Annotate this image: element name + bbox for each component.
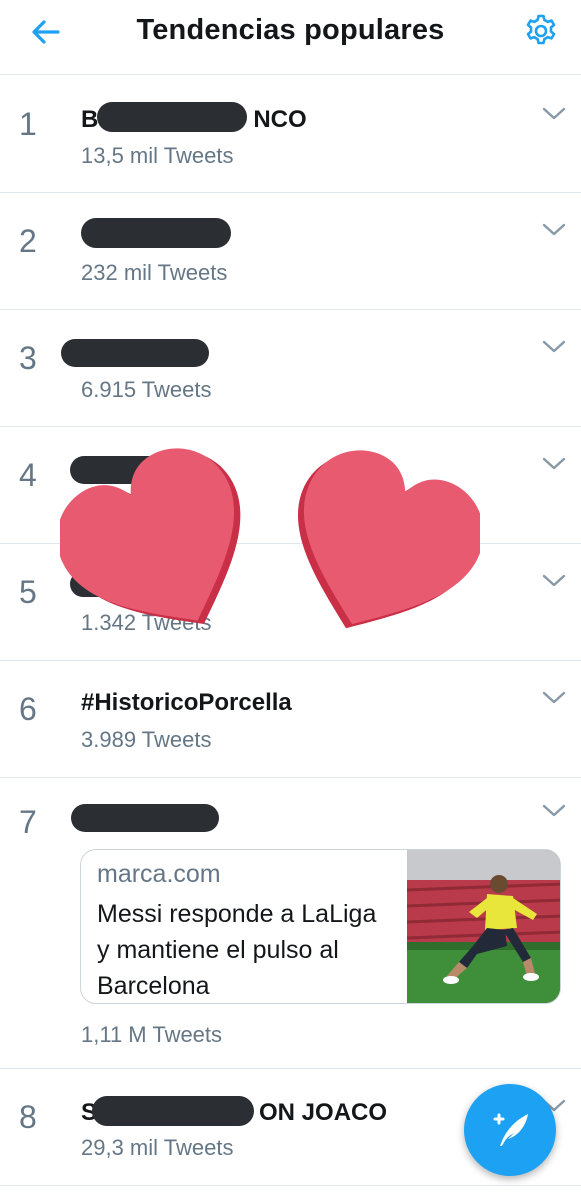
- redacted-block: [97, 102, 247, 132]
- trend-rank: 7: [19, 804, 37, 840]
- trend-rank: 2: [19, 223, 37, 259]
- trend-name: #HistoricoPorcella: [81, 689, 292, 716]
- redacted-block: [61, 339, 209, 367]
- chevron-down-icon[interactable]: [541, 689, 567, 707]
- tweet-count: 6.915 Tweets: [81, 377, 212, 402]
- trend-row-2[interactable]: 2 232 mil Tweets: [0, 193, 581, 310]
- top-bar: Tendencias populares: [0, 0, 581, 75]
- tweet-count: 29,3 mil Tweets: [81, 1135, 234, 1160]
- chevron-down-icon[interactable]: [541, 105, 567, 123]
- chevron-down-icon[interactable]: [541, 572, 567, 590]
- tweet-count: 232 mil Tweets: [81, 260, 228, 285]
- trend-row-6[interactable]: 6 #HistoricoPorcella 3.989 Tweets: [0, 661, 581, 778]
- tweet-count: 13,5 mil Tweets: [81, 143, 234, 168]
- chevron-down-icon[interactable]: [541, 455, 567, 473]
- trend-rank: 4: [19, 457, 37, 493]
- chevron-down-icon[interactable]: [541, 221, 567, 239]
- tweet-count: 1.342 Tweets: [81, 610, 212, 635]
- compose-tweet-button[interactable]: [464, 1084, 556, 1176]
- news-thumbnail-image: [407, 850, 560, 1003]
- trend-row-3[interactable]: 3 6.915 Tweets: [0, 310, 581, 427]
- trend-row-5[interactable]: 5 1.342 Tweets: [0, 544, 581, 661]
- card-domain: marca.com: [97, 860, 221, 888]
- card-headline: Messi responde a LaLiga y mantiene el pu…: [97, 900, 377, 1000]
- page-title: Tendencias populares: [136, 14, 445, 46]
- trend-rank: 6: [19, 691, 37, 727]
- redacted-block: [70, 456, 200, 484]
- redacted-block: [71, 804, 219, 832]
- trend-row-1[interactable]: 1 B NCO 13,5 mil Tweets: [0, 75, 581, 193]
- redacted-block: [92, 1096, 254, 1126]
- news-card[interactable]: marca.com Messi responde a LaLiga y mant…: [80, 849, 561, 1004]
- tweet-count: 3.989 Tweets: [81, 727, 212, 752]
- trend-name-end: ON JOACO: [259, 1099, 388, 1126]
- compose-tweet-icon: [493, 1113, 528, 1146]
- tweet-count: 1,11 M Tweets: [81, 1022, 223, 1047]
- trend-row-7[interactable]: 7 marca.com Messi responde a LaLiga y ma…: [0, 778, 581, 1069]
- trend-row-4[interactable]: 4: [0, 427, 581, 544]
- trend-name-start: B: [81, 106, 99, 133]
- trend-rank: 8: [19, 1099, 37, 1135]
- chevron-down-icon[interactable]: [541, 802, 567, 820]
- trend-rank: 1: [19, 106, 37, 142]
- trend-rank: 3: [19, 340, 37, 376]
- redacted-block: [81, 218, 231, 248]
- gear-icon[interactable]: [523, 13, 559, 49]
- trend-rank: 5: [19, 574, 37, 610]
- chevron-down-icon[interactable]: [541, 338, 567, 356]
- trend-name-end: NCO: [253, 106, 307, 133]
- redacted-block: [70, 571, 180, 597]
